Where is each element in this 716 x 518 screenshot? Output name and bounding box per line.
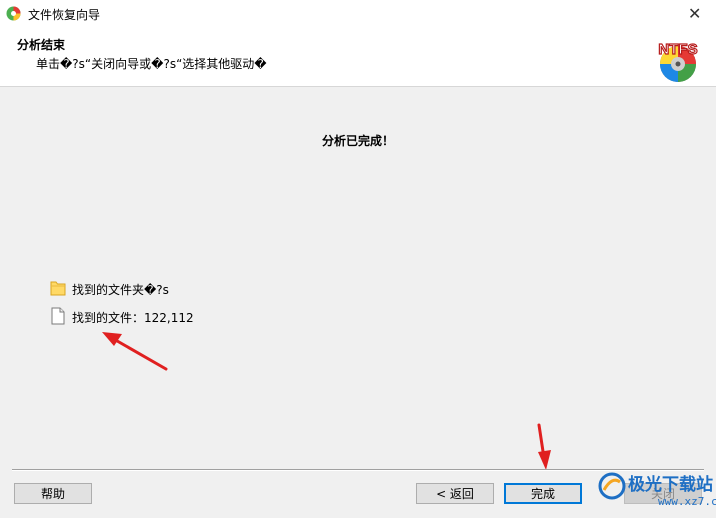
analysis-status: 分析已完成！ <box>321 134 394 148</box>
app-icon <box>6 6 21 21</box>
watermark-logo-icon <box>598 472 626 500</box>
site-watermark: 极光下载站 www.xz7.com <box>598 468 716 518</box>
watermark-text: 极光下载站 <box>628 475 713 495</box>
ntfs-logo: NTFS <box>658 40 698 82</box>
finish-button[interactable]: 完成 <box>504 483 582 504</box>
help-button[interactable]: 帮助 <box>14 483 92 504</box>
annotation-arrow-files <box>102 332 168 371</box>
window-title: 文件恢复向导 <box>28 8 101 22</box>
header-title: 分析结束 <box>17 38 66 52</box>
file-icon <box>51 307 65 325</box>
files-found-text: 找到的文件：122,112 <box>72 311 194 325</box>
watermark-url: www.xz7.com <box>658 495 716 508</box>
window-close-button[interactable]: ✕ <box>672 0 716 28</box>
annotation-arrow-finish <box>537 423 551 470</box>
title-bar: 文件恢复向导 ✕ <box>0 0 716 28</box>
folders-found-text: 找到的文件夹�?s <box>72 283 169 297</box>
folder-icon <box>50 281 66 296</box>
wizard-window: 文件恢复向导 ✕ 分析结束 单击�?s“关闭向导或�?s“选择其他驱动� NTF… <box>0 0 716 518</box>
header-subtitle: 单击�?s“关闭向导或�?s“选择其他驱动� <box>36 57 267 71</box>
wizard-header: 分析结束 单击�?s“关闭向导或�?s“选择其他驱动� NTFS <box>0 28 716 87</box>
ntfs-logo-text: NTFS <box>658 41 697 58</box>
close-icon: ✕ <box>688 4 702 23</box>
back-button[interactable]: < 返回 <box>416 483 494 504</box>
